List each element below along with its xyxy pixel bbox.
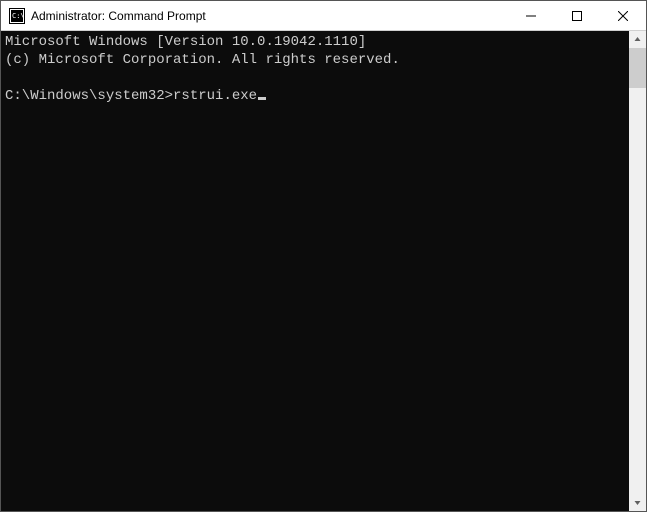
cmd-icon: C:\ [9,8,25,24]
terminal-content[interactable]: Microsoft Windows [Version 10.0.19042.11… [1,31,629,511]
prompt-text: C:\Windows\system32> [5,88,173,104]
maximize-button[interactable] [554,1,600,30]
close-button[interactable] [600,1,646,30]
cursor-icon [258,97,266,100]
minimize-button[interactable] [508,1,554,30]
command-input[interactable]: rstrui.exe [173,88,257,104]
copyright-line: (c) Microsoft Corporation. All rights re… [5,52,400,68]
window-title: Administrator: Command Prompt [31,9,508,23]
scroll-down-button[interactable] [629,494,646,511]
scroll-thumb[interactable] [629,48,646,88]
terminal-area: Microsoft Windows [Version 10.0.19042.11… [1,31,646,511]
vertical-scrollbar[interactable] [629,31,646,511]
version-line: Microsoft Windows [Version 10.0.19042.11… [5,34,366,50]
titlebar[interactable]: C:\ Administrator: Command Prompt [1,1,646,31]
scroll-up-button[interactable] [629,31,646,48]
window-controls [508,1,646,30]
svg-text:C:\: C:\ [12,12,25,20]
